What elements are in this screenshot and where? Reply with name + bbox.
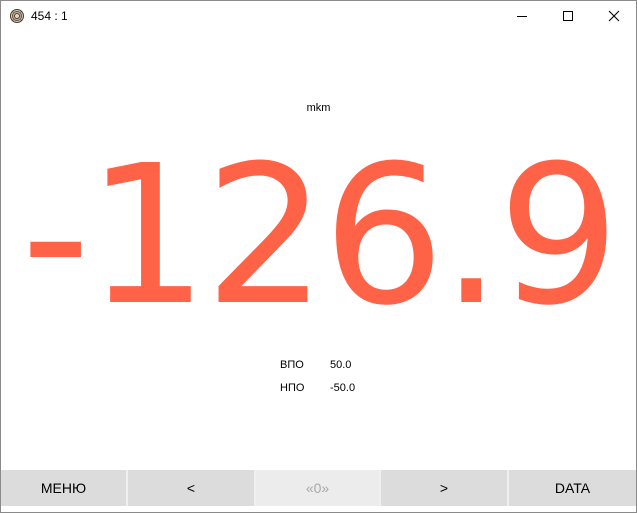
measurement-value: -126.9: [21, 125, 620, 348]
app-icon: [10, 9, 24, 23]
close-icon: [608, 10, 620, 22]
lower-limit-value: -50.0: [330, 382, 356, 394]
next-button[interactable]: >: [381, 470, 509, 506]
bottom-toolbar: МЕНЮ < «0» > DATA: [1, 470, 636, 506]
lower-limit-label: НПО: [280, 382, 305, 394]
maximize-icon: [563, 11, 573, 21]
upper-limit-value: 50.0: [330, 359, 352, 371]
window-title: 454 : 1: [31, 9, 68, 23]
data-button[interactable]: DATA: [509, 470, 636, 506]
minimize-button[interactable]: [499, 1, 545, 31]
menu-button[interactable]: МЕНЮ: [1, 470, 128, 506]
minimize-icon: [517, 16, 527, 17]
close-button[interactable]: [591, 1, 636, 31]
previous-button[interactable]: <: [128, 470, 256, 506]
unit-label: mkm: [306, 102, 331, 114]
zero-button[interactable]: «0»: [256, 470, 381, 506]
app-window: 454 : 1 mkm -126.9 ВПО 50.0 НПО -50.0 МЕ…: [0, 0, 637, 513]
maximize-button[interactable]: [545, 1, 591, 31]
title-bar[interactable]: 454 : 1: [1, 1, 636, 32]
upper-limit-label: ВПО: [280, 359, 304, 371]
